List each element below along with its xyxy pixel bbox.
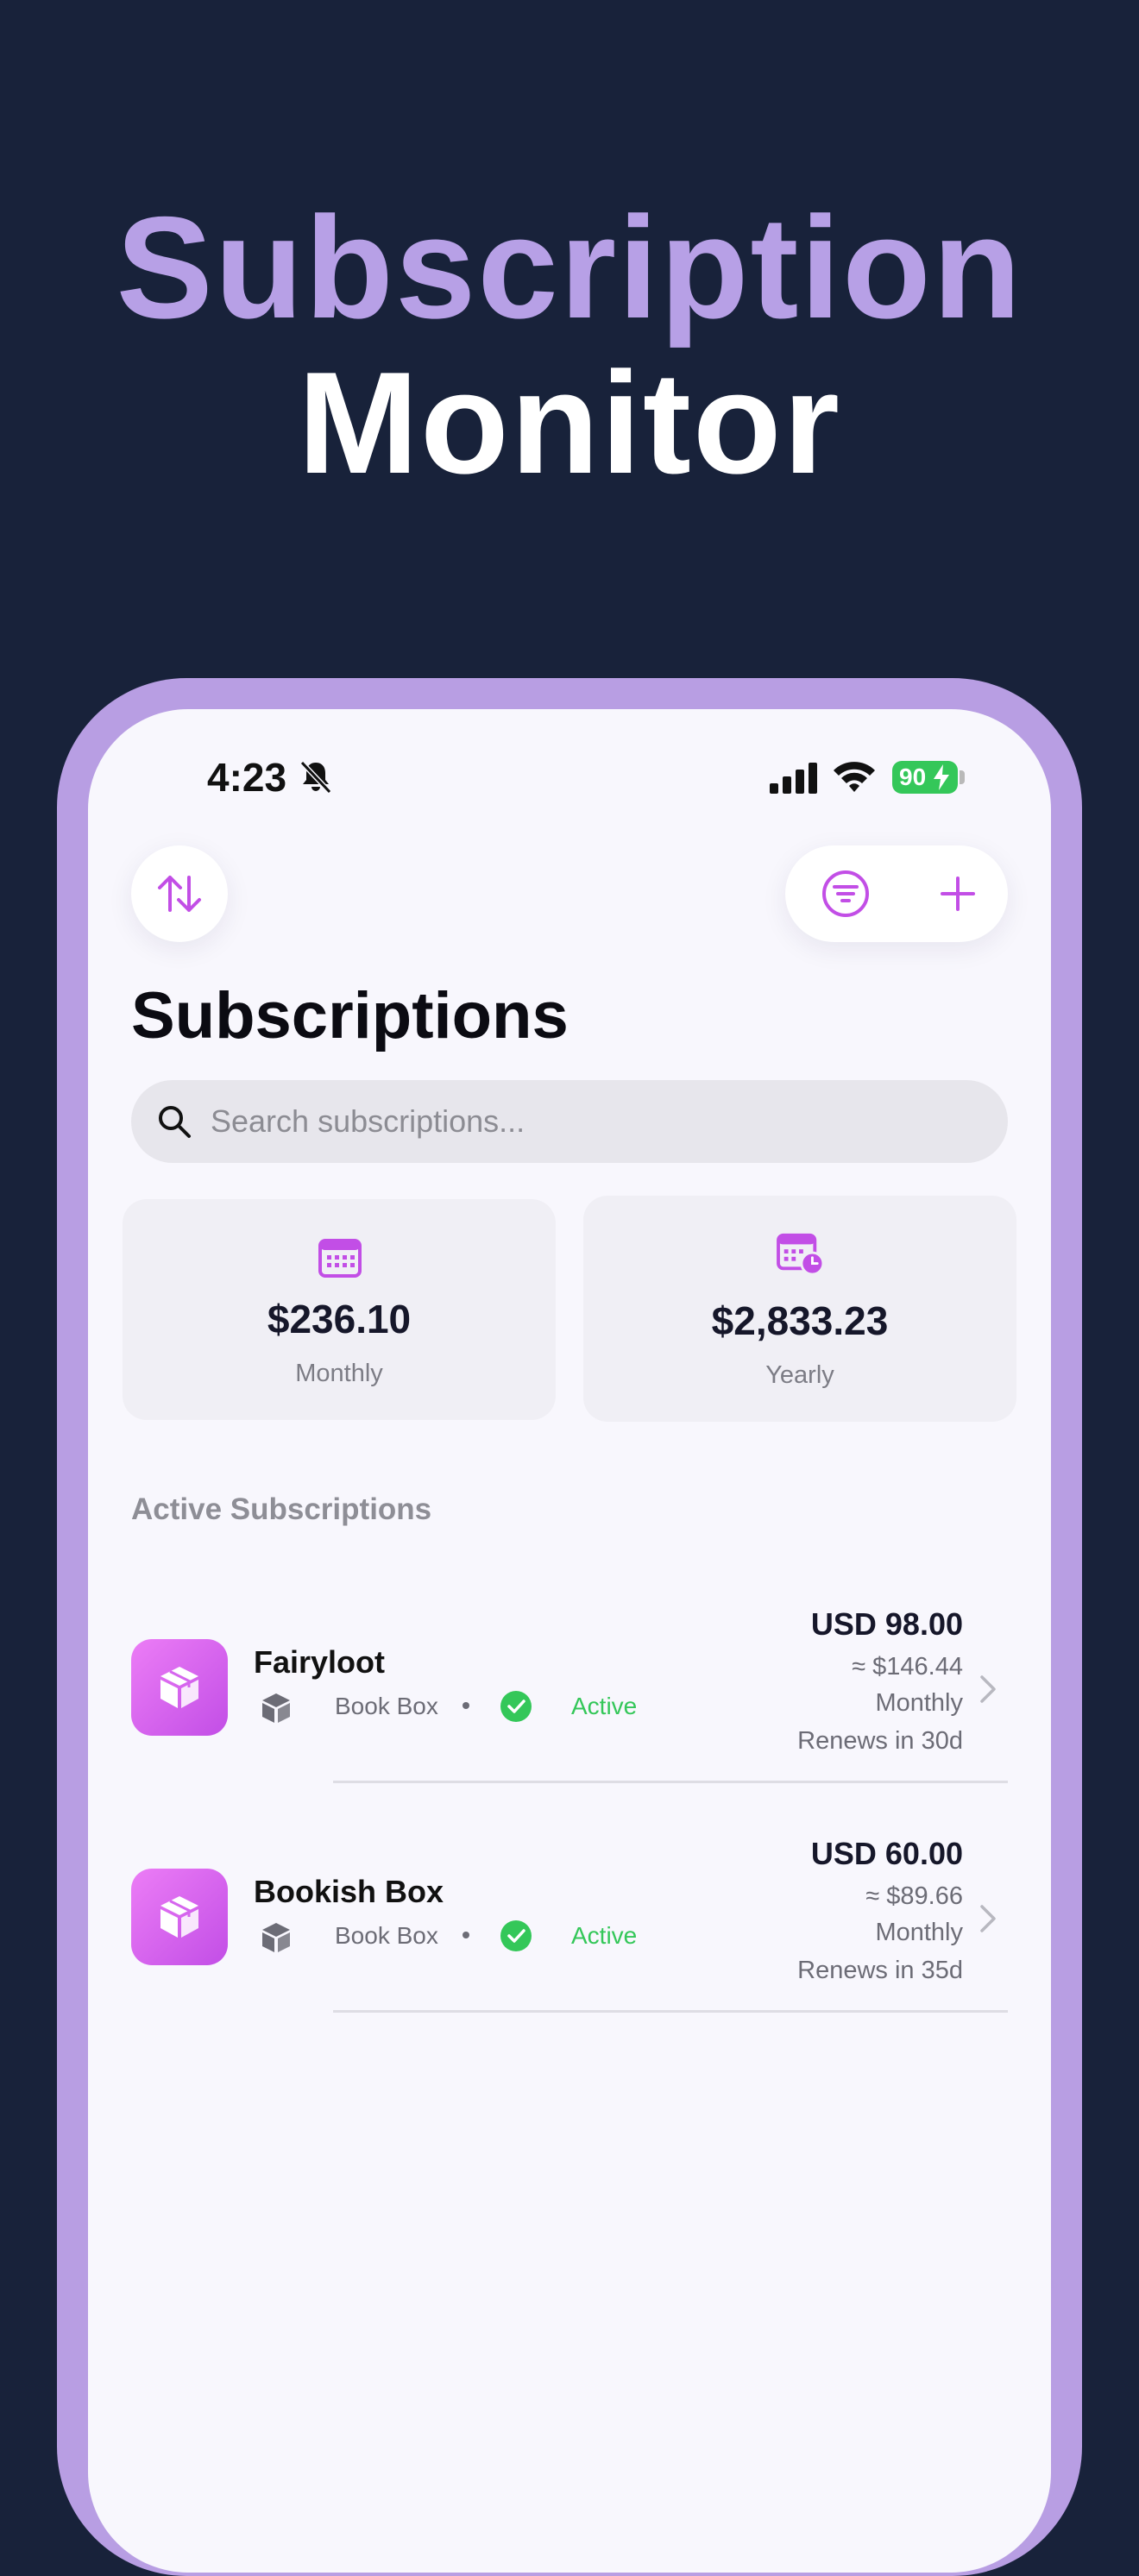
cube-icon [262, 1923, 290, 1952]
subscription-billing-cycle: Monthly [875, 1919, 963, 1946]
box-icon [160, 1667, 198, 1708]
calendar-icon [318, 1239, 362, 1278]
search-bar[interactable] [131, 1080, 1008, 1163]
subscription-row[interactable]: Fairyloot Book Box Active USD 98.00 ≈ $1… [88, 1580, 1051, 1810]
subscription-app-icon [131, 1639, 228, 1736]
monthly-label: Monthly [295, 1360, 383, 1387]
wifi-icon [834, 762, 875, 792]
phone-screen: 4:23 90 Subscriptions Search subscriptio… [88, 709, 1051, 2573]
subscription-category: Book Box [335, 1693, 438, 1719]
calendar-clock-icon [777, 1233, 825, 1275]
hero-title-line2: Monitor [298, 342, 841, 504]
subscription-status: Active [571, 1922, 638, 1949]
row-divider [333, 2010, 1008, 2013]
filter-icon [822, 870, 869, 917]
subscription-name: Bookish Box [254, 1874, 444, 1909]
separator-dot [463, 1702, 469, 1709]
box-icon [160, 1896, 198, 1938]
bell-slash-icon [299, 760, 332, 795]
search-input[interactable] [211, 1080, 970, 1163]
cellular-signal-icon [770, 763, 817, 794]
subscription-renewal: Renews in 35d [797, 1957, 963, 1984]
cube-icon [262, 1693, 290, 1723]
sort-button[interactable] [131, 845, 228, 942]
yearly-amount: $2,833.23 [711, 1298, 889, 1343]
filter-button[interactable] [802, 845, 889, 942]
subscription-app-icon [131, 1869, 228, 1965]
subscription-billing-cycle: Monthly [875, 1689, 963, 1717]
search-icon [159, 1106, 191, 1138]
plus-icon [941, 876, 975, 911]
arrow-up-down-icon [158, 876, 201, 912]
monthly-amount: $236.10 [267, 1297, 412, 1341]
monthly-total-card: $236.10 Monthly [123, 1199, 556, 1420]
subscription-row[interactable]: Bookish Box Book Box Active USD 60.00 ≈ … [88, 1810, 1051, 2039]
yearly-total-card: $2,833.23 Yearly [583, 1196, 1016, 1422]
check-circle-icon [500, 1920, 532, 1951]
hero-banner: Subscription Monitor [0, 0, 1139, 656]
charging-bolt-icon [934, 764, 949, 790]
page-title: Subscriptions [131, 979, 569, 1052]
separator-dot [463, 1932, 469, 1938]
yearly-label: Yearly [765, 1361, 834, 1389]
add-subscription-button[interactable] [915, 845, 1001, 942]
subscription-price: USD 60.00 [810, 1836, 963, 1871]
subscription-category: Book Box [335, 1922, 438, 1949]
chevron-right-icon [980, 1905, 996, 1932]
subscription-converted-price: ≈ $146.44 [852, 1653, 963, 1681]
subscription-converted-price: ≈ $89.66 [865, 1882, 963, 1910]
hero-title-line1: Subscription [116, 186, 1023, 349]
check-circle-icon [500, 1691, 532, 1722]
chevron-right-icon [980, 1675, 996, 1703]
subscription-price: USD 98.00 [810, 1606, 963, 1642]
section-title: Active Subscriptions [131, 1492, 432, 1526]
battery-cap [960, 770, 965, 784]
toolbar-actions [785, 845, 1008, 942]
row-divider [333, 1781, 1008, 1783]
subscription-renewal: Renews in 30d [797, 1727, 963, 1755]
status-time: 4:23 [207, 755, 287, 800]
subscription-name: Fairyloot [254, 1644, 386, 1680]
subscription-status: Active [571, 1693, 638, 1719]
